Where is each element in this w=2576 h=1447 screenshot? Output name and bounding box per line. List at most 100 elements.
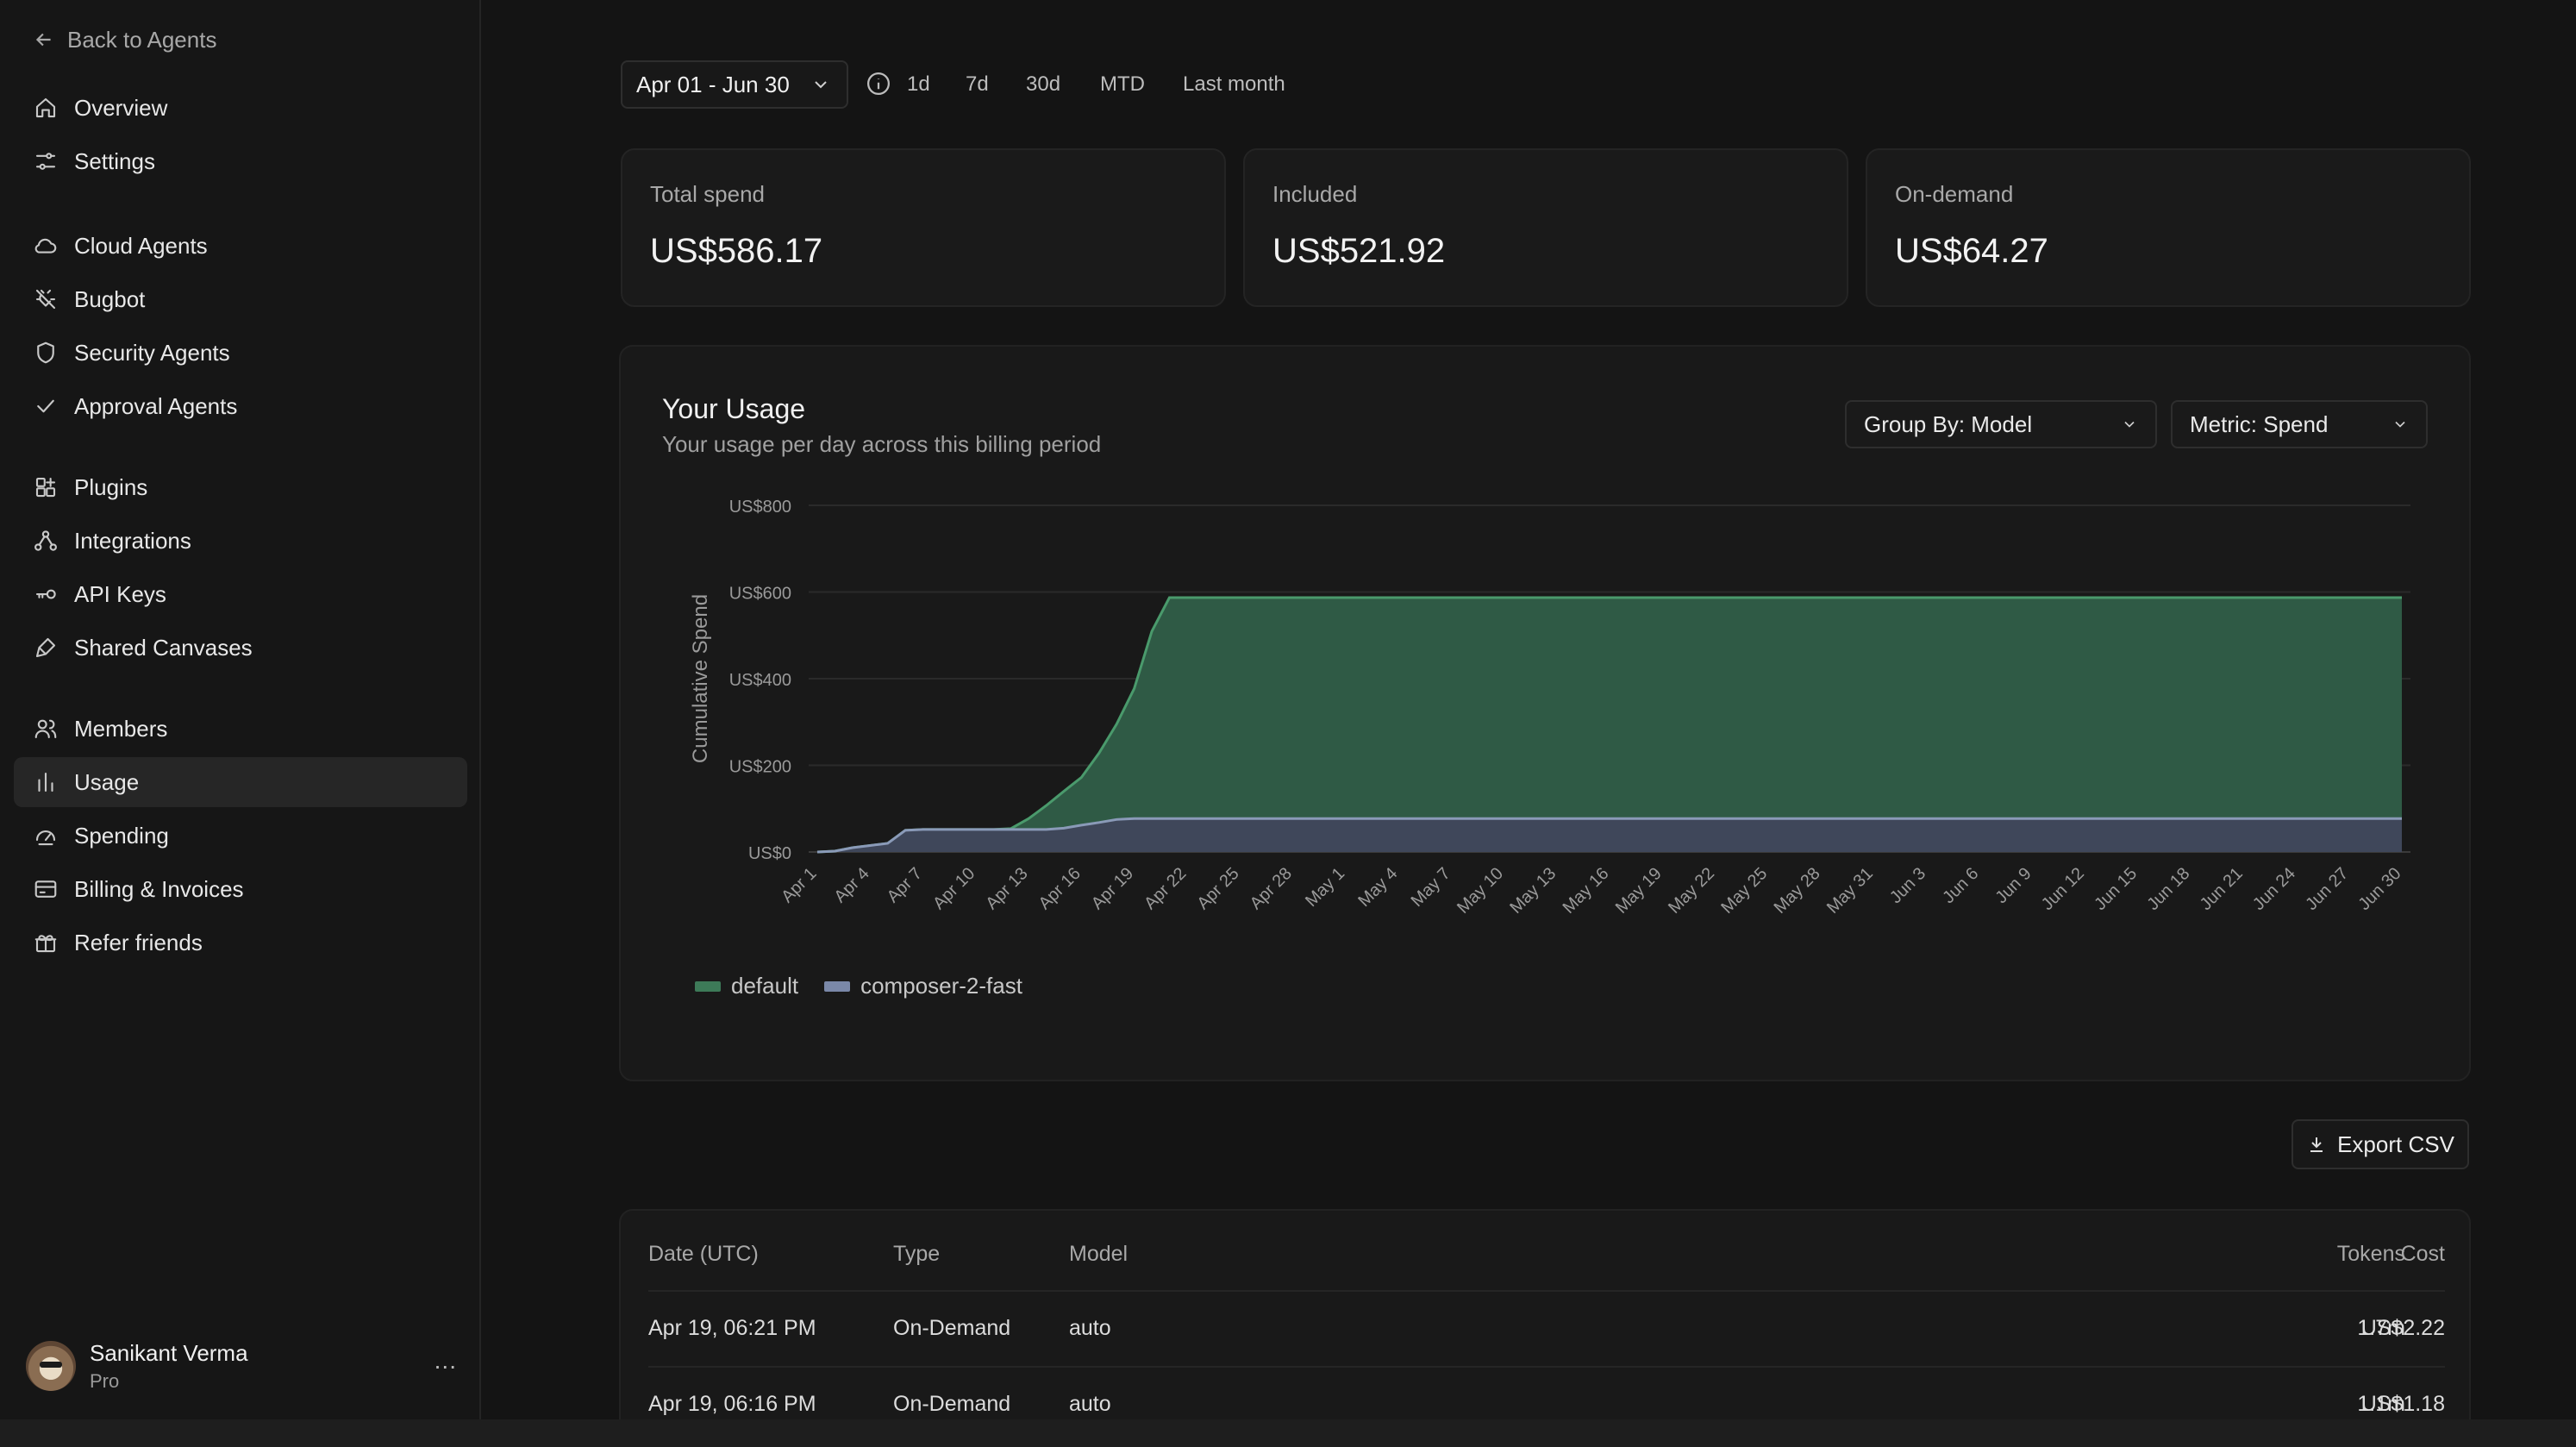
sidebar-item-integrations[interactable]: Integrations	[14, 516, 467, 566]
back-to-agents-link[interactable]: Back to Agents	[33, 24, 216, 55]
cell-type: On-Demand	[893, 1392, 1011, 1416]
x-tick-label: Apr 1	[778, 864, 820, 906]
range-1d-button[interactable]: 1d	[907, 69, 930, 100]
usage-table: Date (UTC) Type Model Tokens Cost Apr 19…	[619, 1209, 2471, 1447]
x-tick-label: Jun 30	[2355, 864, 2405, 914]
integrations-icon	[34, 530, 57, 551]
cell-cost: US$1.18	[2360, 1392, 2445, 1416]
sidebar-item-plugins[interactable]: Plugins	[14, 462, 467, 512]
check-icon	[37, 399, 54, 413]
user-name: Sanikant Verma	[90, 1339, 248, 1366]
x-tick-label: May 4	[1354, 864, 1401, 911]
sidebar-item-label: Approval Agents	[74, 392, 238, 419]
sidebar-item-spending[interactable]: Spending	[14, 811, 467, 861]
x-tick-label: May 1	[1302, 864, 1348, 911]
range-7d-button[interactable]: 7d	[966, 69, 989, 100]
download-icon	[2310, 1137, 2323, 1152]
export-label: Export CSV	[2337, 1131, 2454, 1157]
user-profile[interactable]: Sanikant Verma Pro ...	[26, 1335, 457, 1397]
sidebar-item-billing-invoices[interactable]: Billing & Invoices	[14, 864, 467, 914]
users-icon	[34, 719, 57, 739]
x-tick-label: Apr 22	[1141, 864, 1190, 913]
legend-label: composer-2-fast	[860, 973, 1022, 999]
legend-swatch	[824, 980, 851, 992]
stat-card-included: Included US$521.92	[1243, 148, 1848, 307]
x-tick-label: Jun 21	[2197, 864, 2247, 914]
sidebar-item-label: Settings	[74, 147, 155, 174]
column-header-cost[interactable]: Cost	[2345, 1242, 2445, 1267]
key-icon	[35, 589, 56, 599]
range-last-month-button[interactable]: Last month	[1183, 69, 1285, 100]
plugin-icon	[35, 477, 56, 498]
sidebar-item-members[interactable]: Members	[14, 704, 467, 754]
legend-label: default	[731, 973, 799, 999]
cell-date: Apr 19, 06:21 PM	[648, 1316, 816, 1340]
sidebar-item-overview[interactable]: Overview	[14, 83, 467, 133]
cell-cost: US$2.22	[2360, 1316, 2445, 1340]
sidebar: Back to Agents Overview Settings Cloud Age…	[0, 0, 481, 1447]
stat-card-total-spend: Total spend US$586.17	[621, 148, 1226, 307]
date-range-picker[interactable]: Apr 01 - Jun 30	[621, 60, 848, 109]
legend-item-default[interactable]: default	[695, 973, 798, 999]
sidebar-item-refer-friends[interactable]: Refer friends	[14, 918, 467, 968]
cloud-icon	[34, 238, 57, 254]
stat-value: US$64.27	[1895, 232, 2048, 270]
x-tick-label: Apr 7	[884, 864, 926, 906]
x-tick-label: Jun 18	[2143, 864, 2193, 914]
x-tick-label: Jun 12	[2038, 864, 2088, 914]
x-tick-label: Apr 4	[830, 864, 872, 906]
sidebar-item-label: Integrations	[74, 527, 191, 554]
x-tick-label: May 19	[1612, 864, 1666, 918]
range-mtd-button[interactable]: MTD	[1100, 69, 1145, 100]
x-tick-label: Apr 10	[929, 864, 979, 913]
y-tick-label: US$800	[729, 498, 791, 517]
stat-label: Included	[1272, 181, 1358, 207]
x-tick-label: Apr 25	[1193, 864, 1242, 913]
legend-swatch	[695, 980, 721, 992]
column-header-type[interactable]: Type	[893, 1242, 940, 1267]
range-30d-button[interactable]: 30d	[1026, 69, 1060, 100]
x-tick-label: May 22	[1665, 864, 1718, 918]
column-header-date[interactable]: Date (UTC)	[648, 1242, 759, 1267]
gauge-icon	[35, 830, 56, 846]
chart-legend: default composer-2-fast	[695, 973, 1022, 999]
bottom-bar	[0, 1419, 2576, 1447]
stat-value: US$586.17	[650, 232, 823, 270]
sidebar-item-label: Spending	[74, 822, 169, 849]
sidebar-item-label: Billing & Invoices	[74, 875, 244, 902]
cell-model: auto	[1069, 1316, 1111, 1340]
sidebar-item-security-agents[interactable]: Security Agents	[14, 328, 467, 378]
legend-item-composer[interactable]: composer-2-fast	[824, 973, 1022, 999]
sidebar-item-label: Bugbot	[74, 285, 146, 312]
avatar	[26, 1341, 76, 1391]
x-tick-label: May 28	[1771, 864, 1824, 918]
x-tick-label: May 25	[1717, 864, 1771, 918]
gift-icon	[34, 935, 57, 953]
sidebar-item-approval-agents[interactable]: Approval Agents	[14, 381, 467, 431]
x-tick-label: Jun 27	[2302, 864, 2352, 914]
sidebar-item-bugbot[interactable]: Bugbot	[14, 274, 467, 324]
area-default	[817, 598, 2402, 852]
column-header-model[interactable]: Model	[1069, 1242, 1128, 1267]
arrow-left-icon	[35, 33, 51, 47]
sidebar-item-label: Overview	[74, 94, 168, 121]
export-csv-button[interactable]: Export CSV	[2292, 1119, 2469, 1169]
sidebar-item-label: Cloud Agents	[74, 232, 208, 259]
info-icon[interactable]	[866, 71, 891, 97]
sidebar-item-label: Shared Canvases	[74, 634, 253, 661]
sidebar-item-settings[interactable]: Settings	[14, 136, 467, 186]
x-tick-label: Jun 9	[1992, 864, 2035, 907]
sidebar-item-cloud-agents[interactable]: Cloud Agents	[14, 221, 467, 271]
y-tick-label: US$600	[729, 585, 791, 604]
sidebar-item-usage[interactable]: Usage	[14, 757, 467, 807]
sidebar-item-label: Plugins	[74, 473, 148, 500]
x-tick-label: May 7	[1408, 864, 1454, 911]
more-options-button[interactable]: ...	[435, 1347, 457, 1375]
cell-date: Apr 19, 06:16 PM	[648, 1392, 816, 1416]
x-tick-label: Jun 15	[2091, 864, 2141, 914]
table-row[interactable]: Apr 19, 06:21 PM On-Demand auto 1.7m US$…	[648, 1290, 2445, 1366]
x-tick-label: Jun 6	[1939, 864, 1982, 907]
sidebar-item-shared-canvases[interactable]: Shared Canvases	[14, 623, 467, 673]
stat-label: On-demand	[1895, 181, 2014, 207]
sidebar-item-api-keys[interactable]: API Keys	[14, 569, 467, 619]
